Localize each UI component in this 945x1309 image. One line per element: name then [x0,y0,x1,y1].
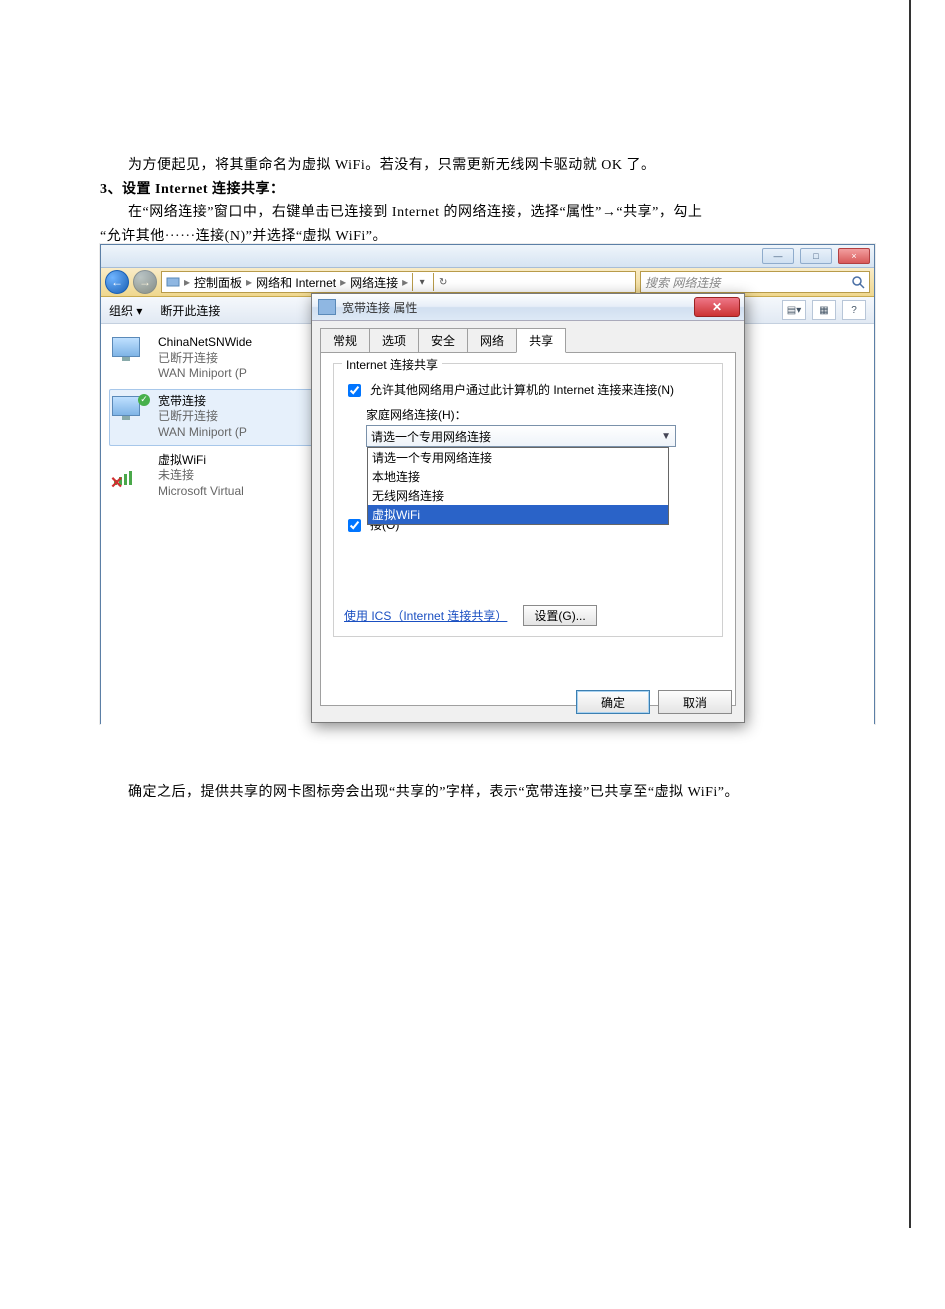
preview-pane-icon[interactable]: ▦ [812,300,836,320]
maximize-button[interactable]: □ [800,248,832,264]
connection-item-selected[interactable]: ✓ 宽带连接 已断开连接 WAN Miniport (P [109,389,315,446]
connection-name: 宽带连接 [158,394,247,410]
connection-status: 未连接 [158,468,244,484]
cancel-button[interactable]: 取消 [658,690,732,714]
doc-para-after: 确定之后，提供共享的网卡图标旁会出现“共享的”字样，表示“宽带连接”已共享至“虚… [100,782,890,804]
connection-active-icon: ✓ [112,394,150,426]
dropdown-option[interactable]: 请选一个专用网络连接 [368,448,668,467]
connection-adapter: WAN Miniport (P [158,425,247,441]
breadcrumb-sep-icon: ▸ [400,275,410,289]
toolbar-disconnect-button[interactable]: 断开此连接 [160,302,220,319]
tab-general[interactable]: 常规 [320,328,370,353]
allow-sharing-checkbox[interactable] [348,384,361,397]
breadcrumb-item[interactable]: 控制面板 [194,274,242,291]
connection-status: 已断开连接 [158,351,252,367]
view-mode-icon[interactable]: ▤ ▾ [782,300,806,320]
ok-button[interactable]: 确定 [576,690,650,714]
doc-para-1: 为方便起见，将其重命名为虚拟 WiFi。若没有，只需更新无线网卡驱动就 OK 了… [100,155,890,177]
close-button[interactable]: × [838,248,870,264]
connection-adapter: WAN Miniport (P [158,366,252,382]
dialog-titlebar: 宽带连接 属性 ✕ [312,294,744,321]
dropdown-option-highlighted[interactable]: 虚拟WiFi [368,505,668,524]
connection-item[interactable]: ChinaNetSNWide 已断开连接 WAN Miniport (P [109,330,315,387]
search-input[interactable]: 搜索 网络连接 [640,271,870,293]
breadcrumb-dropdown-icon[interactable]: ▾ [412,273,431,291]
allow-sharing-label: 允许其他网络用户通过此计算机的 Internet 连接来连接(N) [370,382,674,399]
tab-sharing[interactable]: 共享 [516,328,566,353]
connection-item[interactable]: ✕ 虚拟WiFi 未连接 Microsoft Virtual [109,448,315,505]
breadcrumb-item[interactable]: 网络和 Internet [256,274,336,291]
dropdown-list: 请选一个专用网络连接 本地连接 无线网络连接 虚拟WiFi [367,447,669,525]
dropdown-option[interactable]: 无线网络连接 [368,486,668,505]
dialog-title-icon [318,299,336,315]
help-icon[interactable]: ? [842,300,866,320]
tab-options[interactable]: 选项 [369,328,419,353]
explorer-window: — □ × ← → ▸ 控制面板 ▸ 网络和 Internet ▸ 网络连接 ▸… [100,244,875,724]
connection-status: 已断开连接 [158,409,247,425]
search-placeholder: 搜索 网络连接 [645,274,720,291]
connection-wifi-disabled-icon: ✕ [112,453,150,485]
dropdown-option[interactable]: 本地连接 [368,467,668,486]
chevron-down-icon: ▼ [661,431,671,442]
allow-control-checkbox[interactable] [348,519,361,532]
nav-forward-button[interactable]: → [133,270,157,294]
doc-text-after: 确定之后，提供共享的网卡图标旁会出现“共享的”字样，表示“宽带连接”已共享至“虚… [100,782,890,804]
toolbar-organize-button[interactable]: 组织 ▾ [109,302,142,319]
search-icon [851,275,865,289]
home-network-label: 家庭网络连接(H)： [366,406,712,423]
breadcrumb-sep-icon: ▸ [182,275,192,289]
connection-properties-dialog: 宽带连接 属性 ✕ 常规 选项 安全 网络 共享 Internet 连接共享 允… [311,293,745,723]
refresh-button[interactable]: ↻ [433,273,452,291]
dropdown-selected-text: 请选一个专用网络连接 [371,428,491,445]
ics-group-legend: Internet 连接共享 [342,356,442,373]
connection-name: ChinaNetSNWide [158,335,252,351]
connection-disconnected-icon [112,335,150,367]
breadcrumb-network-icon [166,275,180,289]
allow-sharing-checkbox-row[interactable]: 允许其他网络用户通过此计算机的 Internet 连接来连接(N) [344,382,712,400]
connection-adapter: Microsoft Virtual [158,484,244,500]
breadcrumb-item[interactable]: 网络连接 [350,274,398,291]
ics-help-link[interactable]: 使用 ICS（Internet 连接共享） [344,607,507,624]
tab-security[interactable]: 安全 [418,328,468,353]
minimize-button[interactable]: — [762,248,794,264]
dialog-button-row: 确定 取消 [576,690,732,714]
home-network-dropdown[interactable]: 请选一个专用网络连接 ▼ 请选一个专用网络连接 本地连接 无线网络连接 虚拟Wi… [366,425,676,447]
settings-button[interactable]: 设置(G)... [523,605,596,626]
tab-network[interactable]: 网络 [467,328,517,353]
dialog-tabs: 常规 选项 安全 网络 共享 [312,321,744,352]
dialog-title-text: 宽带连接 属性 [342,299,417,316]
doc-step-heading: 3、设置 Internet 连接共享： [100,179,890,201]
ics-groupbox: Internet 连接共享 允许其他网络用户通过此计算机的 Internet 连… [333,363,723,637]
doc-text-block: 为方便起见，将其重命名为虚拟 WiFi。若没有，只需更新无线网卡驱动就 OK 了… [100,155,890,250]
page-right-border [909,0,911,1228]
breadcrumb[interactable]: ▸ 控制面板 ▸ 网络和 Internet ▸ 网络连接 ▸ ▾ ↻ [161,271,636,293]
breadcrumb-sep-icon: ▸ [244,275,254,289]
sharing-tab-body: Internet 连接共享 允许其他网络用户通过此计算机的 Internet 连… [320,352,736,706]
nav-back-button[interactable]: ← [105,270,129,294]
connection-name: 虚拟WiFi [158,453,244,469]
doc-para-2a: 在“网络连接”窗口中，右键单击已连接到 Internet 的网络连接，选择“属性… [100,202,890,224]
explorer-titlebar: — □ × [101,245,874,268]
dialog-close-button[interactable]: ✕ [694,297,740,317]
breadcrumb-sep-icon: ▸ [338,275,348,289]
